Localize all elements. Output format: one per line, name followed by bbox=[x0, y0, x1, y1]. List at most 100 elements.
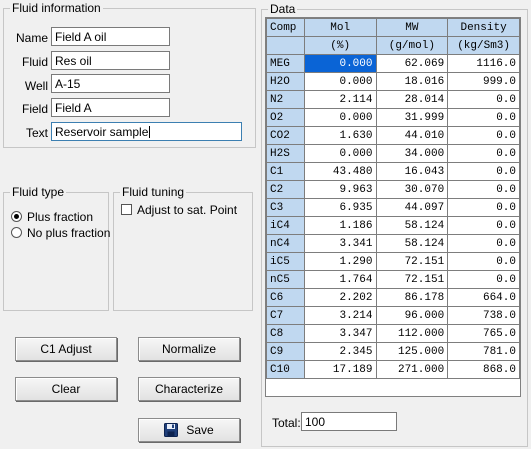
value-cell[interactable]: 781.0 bbox=[447, 342, 520, 361]
value-cell[interactable]: 0.000 bbox=[303, 108, 377, 127]
fluid-input[interactable]: Res oil bbox=[51, 51, 170, 70]
value-cell[interactable]: 18.016 bbox=[375, 72, 449, 91]
value-cell[interactable]: 16.043 bbox=[375, 162, 449, 181]
value-cell[interactable]: 28.014 bbox=[375, 90, 449, 109]
value-cell[interactable]: 765.0 bbox=[447, 324, 520, 343]
value-cell[interactable]: 1.290 bbox=[303, 252, 377, 271]
value-cell[interactable]: 999.0 bbox=[447, 72, 520, 91]
value-cell[interactable]: 0.000 bbox=[303, 54, 377, 73]
value-cell[interactable]: 3.341 bbox=[303, 234, 377, 253]
total-input[interactable]: 100 bbox=[301, 412, 397, 431]
clear-label: Clear bbox=[51, 382, 81, 396]
plus-fraction-radio[interactable] bbox=[11, 211, 22, 222]
value-cell[interactable]: 31.999 bbox=[375, 108, 449, 127]
component-cell: C3 bbox=[266, 198, 305, 217]
value-cell[interactable]: 0.000 bbox=[303, 144, 377, 163]
density-column-header[interactable]: Density bbox=[447, 18, 520, 37]
value-cell[interactable]: 0.0 bbox=[447, 198, 520, 217]
comp-column-header[interactable]: Comp bbox=[266, 18, 305, 37]
value-cell[interactable]: 62.069 bbox=[375, 54, 449, 73]
normalize-label: Normalize bbox=[161, 342, 216, 356]
c1-adjust-label: C1 Adjust bbox=[40, 342, 92, 356]
well-input[interactable]: A-15 bbox=[51, 74, 170, 93]
value-cell[interactable]: 96.000 bbox=[375, 306, 449, 325]
value-cell[interactable]: 72.151 bbox=[375, 252, 449, 271]
component-cell: C6 bbox=[266, 288, 305, 307]
value-cell[interactable]: 738.0 bbox=[447, 306, 520, 325]
value-cell[interactable]: 58.124 bbox=[375, 234, 449, 253]
name-label: Name bbox=[15, 31, 48, 45]
value-cell[interactable]: 125.000 bbox=[375, 342, 449, 361]
value-cell[interactable]: 0.0 bbox=[447, 180, 520, 199]
component-cell: MEG bbox=[266, 54, 305, 73]
table-row: C8 3.347 112.000 765.0 bbox=[266, 324, 520, 343]
field-label: Field bbox=[21, 102, 48, 116]
value-cell[interactable]: 664.0 bbox=[447, 288, 520, 307]
value-cell[interactable]: 0.0 bbox=[447, 144, 520, 163]
value-cell[interactable]: 72.151 bbox=[375, 270, 449, 289]
adjust-sat-point-label[interactable]: Adjust to sat. Point bbox=[137, 203, 237, 217]
text-input[interactable]: Reservoir sample bbox=[51, 122, 242, 141]
composition-grid[interactable]: Comp Mol MW Density (%) (g/mol) (kg/Sm3)… bbox=[265, 17, 521, 397]
component-cell: C9 bbox=[266, 342, 305, 361]
table-row: MEG 0.000 62.069 1116.0 bbox=[266, 54, 520, 73]
mw-column-header[interactable]: MW bbox=[375, 18, 449, 37]
table-row: C9 2.345 125.000 781.0 bbox=[266, 342, 520, 361]
value-cell[interactable]: 30.070 bbox=[375, 180, 449, 199]
component-cell: iC4 bbox=[266, 216, 305, 235]
plus-fraction-label[interactable]: Plus fraction bbox=[27, 210, 93, 224]
value-cell[interactable]: 1.630 bbox=[303, 126, 377, 145]
component-cell: H2O bbox=[266, 72, 305, 91]
name-input[interactable]: Field A oil bbox=[51, 27, 170, 46]
value-cell[interactable]: 3.347 bbox=[303, 324, 377, 343]
value-cell[interactable]: 0.0 bbox=[447, 216, 520, 235]
value-cell[interactable]: 1.186 bbox=[303, 216, 377, 235]
total-label: Total: bbox=[272, 416, 301, 430]
normalize-button[interactable]: Normalize bbox=[138, 337, 240, 361]
well-label: Well bbox=[24, 79, 48, 93]
adjust-sat-point-checkbox[interactable] bbox=[121, 204, 132, 215]
value-cell[interactable]: 0.0 bbox=[447, 162, 520, 181]
value-cell[interactable]: 9.963 bbox=[303, 180, 377, 199]
value-cell[interactable]: 0.0 bbox=[447, 126, 520, 145]
value-cell[interactable]: 17.189 bbox=[303, 360, 377, 379]
value-cell[interactable]: 2.202 bbox=[303, 288, 377, 307]
value-cell[interactable]: 0.0 bbox=[447, 270, 520, 289]
field-input[interactable]: Field A bbox=[51, 98, 170, 117]
value-cell[interactable]: 44.010 bbox=[375, 126, 449, 145]
component-cell: nC4 bbox=[266, 234, 305, 253]
value-cell[interactable]: 0.000 bbox=[303, 72, 377, 91]
save-button[interactable]: Save bbox=[138, 418, 240, 442]
value-cell[interactable]: 868.0 bbox=[447, 360, 520, 379]
value-cell[interactable]: 1116.0 bbox=[447, 54, 520, 73]
mol-column-header[interactable]: Mol bbox=[303, 18, 377, 37]
no-plus-fraction-label[interactable]: No plus fraction bbox=[27, 226, 110, 240]
table-row: N2 2.114 28.014 0.0 bbox=[266, 90, 520, 109]
no-plus-fraction-radio[interactable] bbox=[11, 227, 22, 238]
c1-adjust-button[interactable]: C1 Adjust bbox=[15, 337, 117, 361]
value-cell[interactable]: 2.114 bbox=[303, 90, 377, 109]
table-row: nC4 3.341 58.124 0.0 bbox=[266, 234, 520, 253]
clear-button[interactable]: Clear bbox=[15, 377, 117, 401]
value-cell[interactable]: 3.214 bbox=[303, 306, 377, 325]
value-cell[interactable]: 2.345 bbox=[303, 342, 377, 361]
component-cell: C2 bbox=[266, 180, 305, 199]
value-cell[interactable]: 112.000 bbox=[375, 324, 449, 343]
value-cell[interactable]: 271.000 bbox=[375, 360, 449, 379]
value-cell[interactable]: 0.0 bbox=[447, 90, 520, 109]
value-cell[interactable]: 0.0 bbox=[447, 108, 520, 127]
value-cell[interactable]: 58.124 bbox=[375, 216, 449, 235]
value-cell[interactable]: 0.0 bbox=[447, 252, 520, 271]
value-cell[interactable]: 34.000 bbox=[375, 144, 449, 163]
value-cell[interactable]: 43.480 bbox=[303, 162, 377, 181]
characterize-button[interactable]: Characterize bbox=[138, 377, 240, 401]
component-cell: C1 bbox=[266, 162, 305, 181]
value-cell[interactable]: 44.097 bbox=[375, 198, 449, 217]
table-row: iC5 1.290 72.151 0.0 bbox=[266, 252, 520, 271]
component-cell: C8 bbox=[266, 324, 305, 343]
value-cell[interactable]: 86.178 bbox=[375, 288, 449, 307]
table-row: C2 9.963 30.070 0.0 bbox=[266, 180, 520, 199]
value-cell[interactable]: 6.935 bbox=[303, 198, 377, 217]
value-cell[interactable]: 0.0 bbox=[447, 234, 520, 253]
value-cell[interactable]: 1.764 bbox=[303, 270, 377, 289]
